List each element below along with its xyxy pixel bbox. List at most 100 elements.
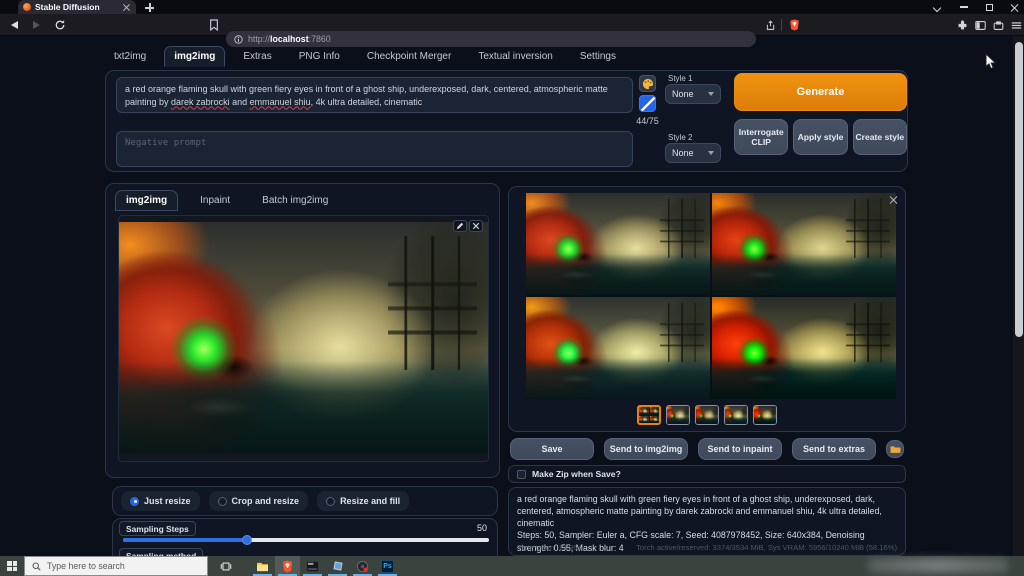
share-icon[interactable] <box>762 17 778 33</box>
result-image-3[interactable] <box>526 297 710 399</box>
task-view-button[interactable] <box>213 556 238 576</box>
style2-select[interactable]: None <box>665 143 721 163</box>
interrogate-clip-button[interactable]: Interrogate CLIP <box>734 119 788 155</box>
downloads-tray-icon[interactable] <box>990 17 1006 33</box>
radio-just-resize[interactable]: Just resize <box>121 491 200 511</box>
prompt-input[interactable]: a red orange flaming skull with green fi… <box>116 77 633 113</box>
radio-icon <box>326 497 335 506</box>
sidebar-icon[interactable] <box>972 17 988 33</box>
site-info-icon[interactable] <box>234 35 243 44</box>
new-tab-button[interactable] <box>144 2 155 13</box>
window-maximize-button[interactable] <box>983 2 995 12</box>
system-tray-blurred <box>868 558 1008 573</box>
taskbar-photoshop[interactable]: Ps <box>375 556 400 576</box>
edit-image-button[interactable] <box>453 220 467 232</box>
recorder-icon <box>356 560 369 573</box>
slider-thumb[interactable] <box>242 535 252 545</box>
thumbnail-grid-selected[interactable] <box>637 405 661 425</box>
sampling-steps-label: Sampling Steps <box>119 521 196 536</box>
make-zip-checkbox[interactable] <box>517 470 526 479</box>
tab-txt2img[interactable]: txt2img <box>105 47 155 66</box>
taskbar-media-app[interactable] <box>300 556 325 576</box>
open-folder-button[interactable] <box>886 440 904 458</box>
start-button[interactable] <box>0 556 24 576</box>
taskbar-brave[interactable] <box>275 556 300 576</box>
bookmark-icon[interactable] <box>206 17 222 33</box>
search-placeholder: Type here to search <box>47 561 125 571</box>
results-gallery-panel <box>508 186 906 432</box>
file-explorer-icon <box>256 561 269 572</box>
thumbnail-1[interactable] <box>666 405 690 425</box>
reload-icon[interactable] <box>52 17 68 33</box>
taskbar-notes-app[interactable] <box>325 556 350 576</box>
style2-value: None <box>672 148 694 158</box>
thumbnail-3[interactable] <box>724 405 748 425</box>
menu-hamburger-icon[interactable] <box>1008 17 1024 33</box>
radio-selected-icon <box>130 497 139 506</box>
make-zip-label: Make Zip when Save? <box>532 469 621 479</box>
source-image-container[interactable] <box>118 215 489 462</box>
tab-settings[interactable]: Settings <box>571 47 625 66</box>
thumbnail-2[interactable] <box>695 405 719 425</box>
brave-shield-icon[interactable] <box>786 17 802 33</box>
window-close-button[interactable] <box>1008 2 1020 12</box>
tab-img2img[interactable]: img2img <box>164 46 225 67</box>
media-app-icon <box>306 561 319 572</box>
random-artist-button[interactable] <box>639 75 656 92</box>
scrollbar-thumb[interactable] <box>1015 42 1023 337</box>
send-to-inpaint-button[interactable]: Send to inpaint <box>698 438 782 460</box>
style1-select[interactable]: None <box>665 84 721 104</box>
output-actions-row: Save Send to img2img Send to inpaint Sen… <box>508 438 906 460</box>
browser-tab[interactable]: Stable Diffusion <box>18 0 136 14</box>
send-to-img2img-button[interactable]: Send to img2img <box>604 438 688 460</box>
taskbar-recorder-app[interactable] <box>350 556 375 576</box>
result-image-1[interactable] <box>526 193 710 295</box>
gallery-close-icon[interactable] <box>888 195 898 205</box>
window-chevron-icon[interactable] <box>931 2 943 12</box>
radio-crop-and-resize[interactable]: Crop and resize <box>209 491 309 511</box>
window-minimize-button[interactable] <box>958 2 970 12</box>
remove-image-button[interactable] <box>469 220 483 232</box>
token-counter: 44/75 <box>630 116 665 126</box>
taskbar-file-explorer[interactable] <box>250 556 275 576</box>
paste-pen-button[interactable] <box>639 95 656 112</box>
tab-png-info[interactable]: PNG Info <box>290 47 349 66</box>
create-style-button[interactable]: Create style <box>853 119 907 155</box>
extensions-puzzle-icon[interactable] <box>954 17 970 33</box>
tab-extras[interactable]: Extras <box>234 47 280 66</box>
browser-tab-strip: Stable Diffusion <box>0 0 1024 14</box>
forward-icon[interactable] <box>28 17 44 33</box>
generate-button[interactable]: Generate <box>734 73 907 111</box>
browser-tab-title: Stable Diffusion <box>35 2 118 12</box>
mouse-cursor <box>985 53 997 75</box>
url-text: http://localhost:7860 <box>248 34 331 44</box>
tab-textual-inversion[interactable]: Textual inversion <box>469 47 561 66</box>
tab-img2img-inner[interactable]: img2img <box>115 190 178 211</box>
thumbnail-strip <box>509 405 905 425</box>
tab-inpaint[interactable]: Inpaint <box>190 191 240 210</box>
pen-icon <box>641 97 655 111</box>
chevron-down-icon <box>708 92 714 96</box>
save-button[interactable]: Save <box>510 438 594 460</box>
tab-close-icon[interactable] <box>122 3 131 12</box>
radio-icon <box>218 497 227 506</box>
apply-style-button[interactable]: Apply style <box>793 119 847 155</box>
negative-prompt-input[interactable] <box>116 131 633 167</box>
result-image-2[interactable] <box>712 193 896 295</box>
pencil-icon <box>456 222 464 230</box>
zip-option-panel: Make Zip when Save? <box>508 465 906 483</box>
style1-label: Style 1 <box>668 74 692 83</box>
palette-icon <box>642 78 654 90</box>
tab-batch-img2img[interactable]: Batch img2img <box>252 191 338 210</box>
thumbnail-4[interactable] <box>753 405 777 425</box>
send-to-extras-button[interactable]: Send to extras <box>792 438 876 460</box>
favicon-icon <box>23 3 31 11</box>
generation-info-panel: a red orange flaming skull with green fi… <box>508 487 906 556</box>
back-icon[interactable] <box>6 17 22 33</box>
tab-checkpoint-merger[interactable]: Checkpoint Merger <box>358 47 460 66</box>
search-icon <box>32 562 41 571</box>
radio-resize-and-fill[interactable]: Resize and fill <box>317 491 409 511</box>
result-image-4[interactable] <box>712 297 896 399</box>
brave-icon <box>282 560 293 573</box>
taskbar-search-box[interactable]: Type here to search <box>24 556 208 576</box>
